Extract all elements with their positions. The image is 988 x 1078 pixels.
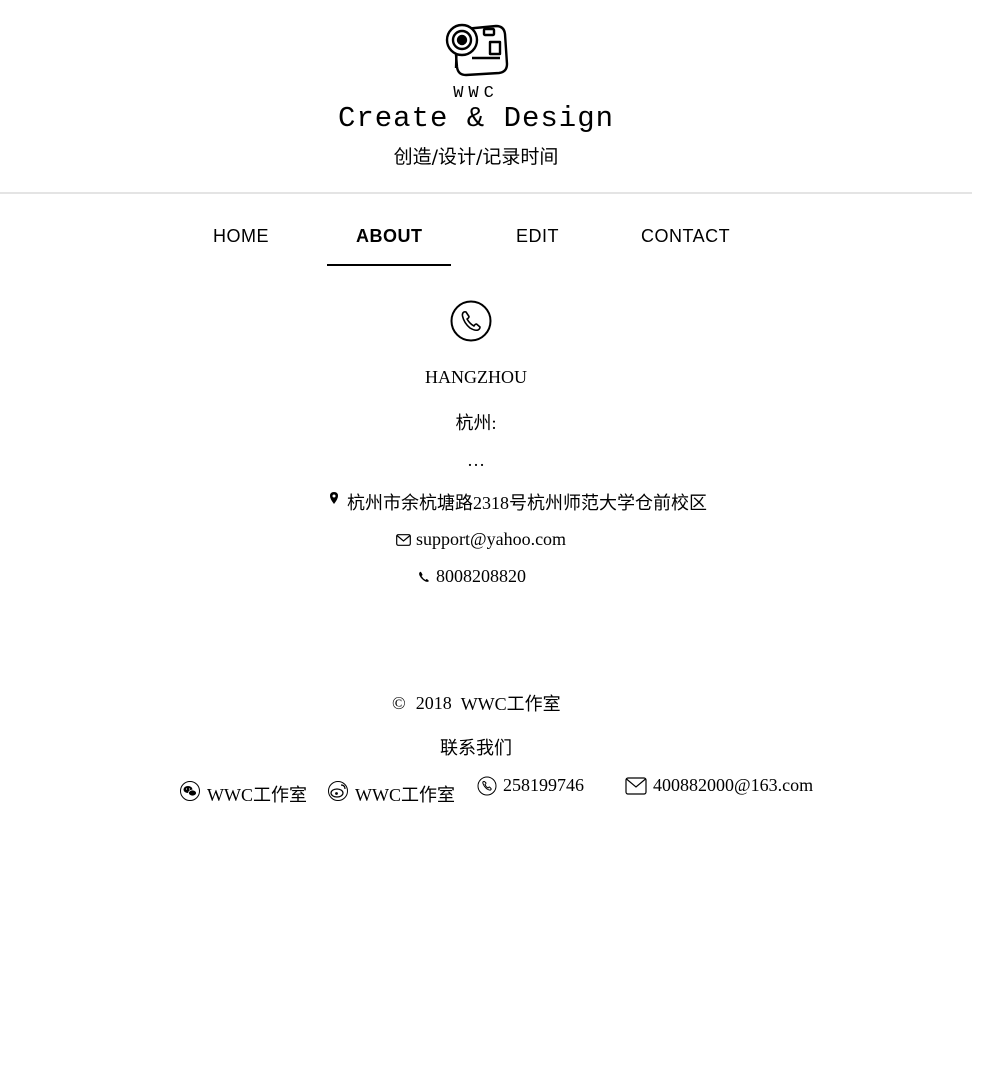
camera-icon[interactable] [442, 18, 510, 78]
footer-phone-number: 258199746 [503, 775, 584, 795]
city-name-en: HANGZHOU [425, 367, 527, 387]
wechat-icon [180, 781, 200, 801]
contact-us-heading: 联系我们 [440, 738, 512, 758]
address-row: 杭州市余杭塘路2318号杭州师范大学仓前校区 [329, 489, 707, 515]
footer-phone[interactable]: 258199746 [477, 775, 584, 796]
main-nav: HOME ABOUT EDIT CONTACT [0, 194, 988, 266]
envelope-icon [396, 533, 411, 546]
envelope-icon [625, 776, 647, 795]
footer-email[interactable]: 400882000@163.com [625, 775, 813, 796]
footer-weibo[interactable]: WWC工作室 [327, 775, 455, 807]
weibo-label: WWC工作室 [355, 785, 455, 805]
city-name-cn: 杭州: [455, 413, 497, 433]
phone-circle-small-icon [477, 776, 497, 795]
phone-icon [419, 571, 429, 582]
phone-number[interactable]: 8008208820 [436, 566, 526, 587]
weibo-icon [328, 781, 348, 801]
nav-item-about[interactable]: ABOUT [356, 226, 423, 247]
footer-email-address: 400882000@163.com [653, 775, 814, 795]
copyright-year: 2018 [415, 692, 452, 713]
brand-name: WWC [453, 84, 499, 103]
brand-tagline: Create & Design [337, 102, 615, 135]
copyright-symbol: © [392, 692, 406, 713]
phone-circle-icon [450, 300, 492, 342]
copyright-studio: WWC工作室 [460, 694, 561, 714]
email-row: support@yahoo.com [396, 529, 566, 550]
ellipsis-text: … [467, 450, 485, 470]
nav-item-edit[interactable]: EDIT [516, 226, 559, 247]
email-link[interactable]: support@yahoo.com [416, 529, 566, 550]
wechat-label: WWC工作室 [207, 785, 307, 805]
address-text: 杭州市余杭塘路2318号杭州师范大学仓前校区 [347, 493, 707, 513]
nav-item-contact[interactable]: CONTACT [641, 226, 730, 247]
location-pin-icon [330, 492, 338, 504]
copyright-row: © 2018 WWC工作室 [392, 690, 561, 716]
phone-row: 8008208820 [418, 566, 526, 587]
brand-subtitle: 创造/设计/记录时间 [393, 146, 559, 168]
nav-active-underline [327, 264, 451, 266]
footer-wechat[interactable]: WWC工作室 [179, 775, 307, 807]
nav-item-home[interactable]: HOME [213, 226, 269, 247]
site-header: WWC Create & Design 创造/设计/记录时间 [0, 0, 988, 192]
